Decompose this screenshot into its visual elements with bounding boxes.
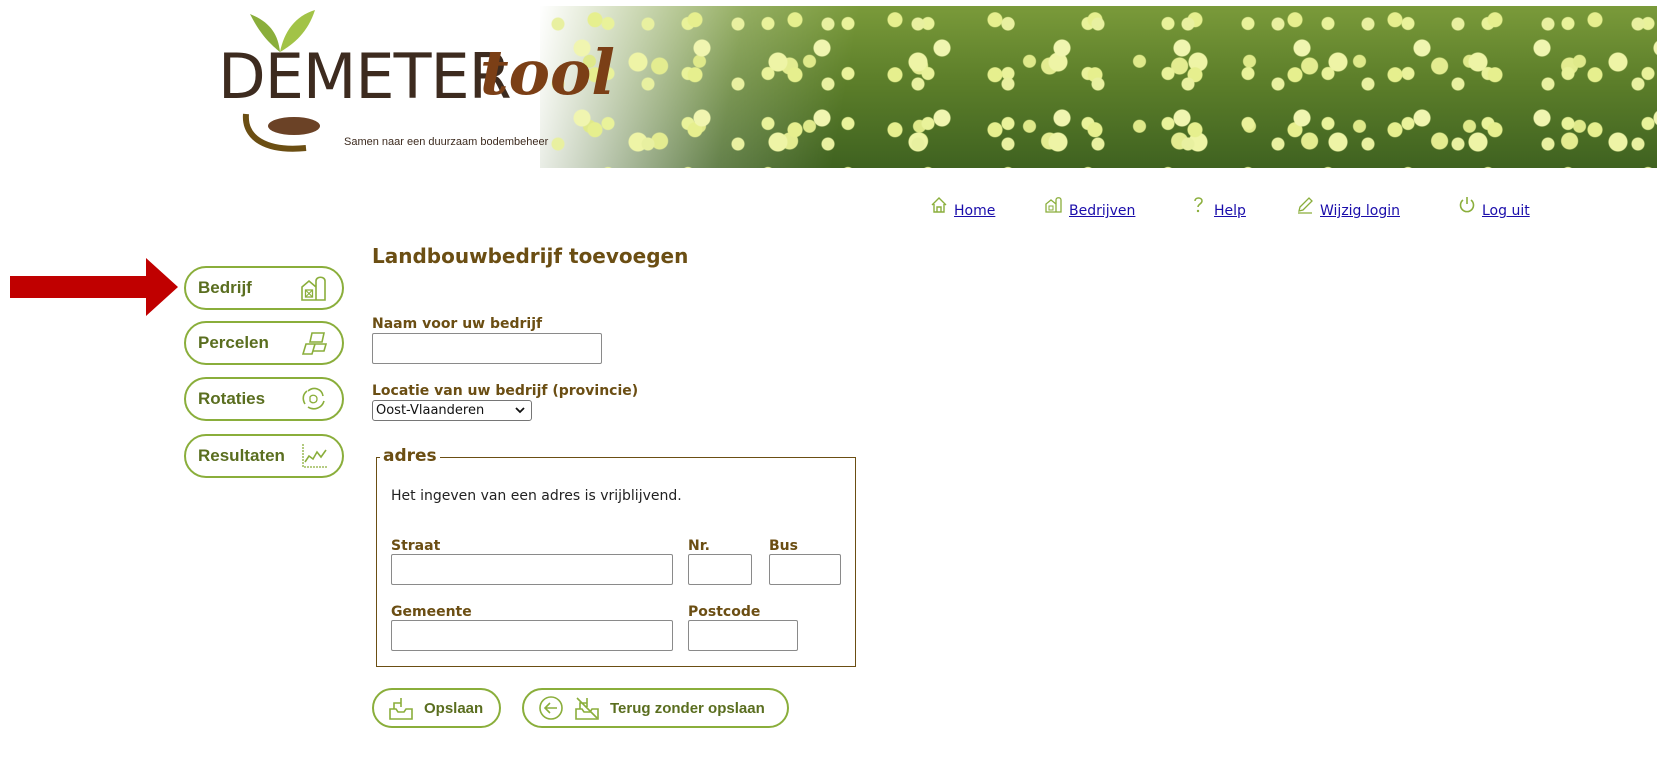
question-icon xyxy=(1194,197,1203,213)
nav-home-label: Home xyxy=(954,203,996,219)
address-info-text: Het ingeven van een adres is vrijblijven… xyxy=(391,488,682,504)
power-icon xyxy=(1459,197,1475,213)
nav-help[interactable]: Help xyxy=(1190,196,1246,220)
nav-wijzig-login-label: Wijzig login xyxy=(1320,203,1400,219)
nav-log-uit[interactable]: Log uit xyxy=(1458,196,1530,220)
nav-wijzig-login[interactable]: Wijzig login xyxy=(1296,196,1400,220)
back-without-save-label: Terug zonder opslaan xyxy=(610,699,765,717)
discard-icon xyxy=(575,697,599,720)
bus-input[interactable] xyxy=(769,554,841,585)
municipality-input[interactable] xyxy=(391,620,673,651)
save-icon xyxy=(389,698,413,720)
nav-home[interactable]: Home xyxy=(930,196,995,220)
sidebar-item-percelen[interactable]: Percelen xyxy=(184,321,344,365)
parcels-icon xyxy=(301,332,328,355)
nav-bedrijven-label: Bedrijven xyxy=(1069,203,1136,219)
province-selected-value: Oost-Vlaanderen xyxy=(376,403,485,418)
house-icon xyxy=(931,197,947,213)
back-without-save-button[interactable]: Terug zonder opslaan xyxy=(522,688,789,728)
sidebar-item-label: Percelen xyxy=(198,333,269,352)
header-photo xyxy=(540,6,1657,168)
save-button-label: Opslaan xyxy=(424,699,484,717)
header-banner: DEMETER tool Samen naar een duurzaam bod… xyxy=(210,0,1657,168)
chevron-down-icon xyxy=(515,407,525,414)
sidebar-item-rotaties[interactable]: Rotaties xyxy=(184,377,344,421)
province-select[interactable]: Oost-Vlaanderen xyxy=(372,400,532,421)
municipality-label: Gemeente xyxy=(391,604,472,620)
logo-accent-text: tool xyxy=(480,36,615,109)
top-navigation: Home Bedrijven Help Wijzig login Log uit xyxy=(0,196,1657,226)
nav-help-label: Help xyxy=(1214,203,1246,219)
nav-log-uit-label: Log uit xyxy=(1482,203,1530,219)
chart-icon xyxy=(302,444,327,468)
sidebar-item-label: Bedrijf xyxy=(198,278,252,297)
soil-swoosh-icon xyxy=(242,113,320,152)
sidebar-item-bedrijf[interactable]: Bedrijf xyxy=(184,266,344,310)
company-name-label: Naam voor uw bedrijf xyxy=(372,316,543,332)
street-label: Straat xyxy=(391,538,441,554)
demeter-logo: DEMETER tool Samen naar een duurzaam bod… xyxy=(210,0,630,168)
sidebar-item-label: Rotaties xyxy=(198,389,266,408)
farm-icon xyxy=(1045,197,1062,213)
street-input[interactable] xyxy=(391,554,673,585)
house-number-input[interactable] xyxy=(688,554,752,585)
sidebar-item-resultaten[interactable]: Resultaten xyxy=(184,434,344,478)
logo-tagline: Samen naar een duurzaam bodembeheer xyxy=(344,136,549,148)
pencil-icon xyxy=(1298,197,1313,214)
province-label: Locatie van uw bedrijf (provincie) xyxy=(372,383,639,399)
page-title: Landbouwbedrijf toevoegen xyxy=(372,244,689,268)
company-name-input[interactable] xyxy=(372,333,602,364)
logo-main-text: DEMETER xyxy=(218,40,512,113)
sidebar-item-label: Resultaten xyxy=(198,446,285,465)
house-number-label: Nr. xyxy=(688,538,710,554)
red-arrow-icon xyxy=(10,258,178,316)
postcode-label: Postcode xyxy=(688,604,761,620)
save-button[interactable]: Opslaan xyxy=(372,688,501,728)
postcode-input[interactable] xyxy=(688,620,798,651)
rotation-icon xyxy=(302,387,325,410)
bus-label: Bus xyxy=(769,538,798,554)
nav-bedrijven[interactable]: Bedrijven xyxy=(1045,196,1135,220)
farm-icon xyxy=(301,276,326,301)
circle-arrow-left-icon xyxy=(539,696,563,720)
address-legend: adres xyxy=(380,446,440,466)
